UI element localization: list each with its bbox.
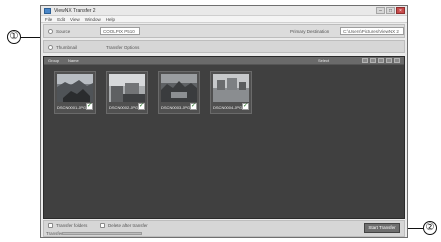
maximize-button[interactable]: □ [386, 7, 395, 14]
menu-help[interactable]: Help [106, 16, 115, 22]
app-icon [44, 7, 51, 14]
group-button[interactable]: Group [48, 58, 59, 63]
callout-2: ② [423, 221, 437, 235]
transfer-status-label: Transfer [46, 231, 63, 236]
menu-edit[interactable]: Edit [57, 16, 65, 22]
transfer-folders-checkbox[interactable] [48, 223, 53, 228]
thumbnail-filename-1: DSCN0001.JPG [57, 105, 87, 110]
menu-bar: File Edit View Window Help [41, 16, 407, 23]
thumbnail-checkbox-2[interactable]: ✓ [138, 103, 145, 110]
delete-after-transfer-checkbox[interactable] [100, 223, 105, 228]
window-controls: – □ × [376, 7, 405, 14]
delete-after-transfer-label: Delete after transfer [108, 223, 148, 228]
thumbnail-image-1 [57, 74, 93, 102]
menu-window[interactable]: Window [85, 16, 101, 22]
browser-toolbar: Group Name Select [44, 57, 404, 65]
start-transfer-button[interactable]: Start Transfer [364, 223, 400, 233]
destination-field[interactable]: C:\Users\Pictures\ViewNX 2 [340, 27, 404, 35]
primary-destination-label: Primary Destination [290, 29, 330, 34]
thumbnail-checkbox-3[interactable]: ✓ [190, 103, 197, 110]
thumbnail-3[interactable]: DSCN0003.JPG ✓ [158, 71, 200, 114]
thumbnail-image-2 [109, 74, 145, 102]
source-device-select[interactable]: COOLPIX P510 [100, 27, 140, 35]
thumbnail-1[interactable]: DSCN0001.JPG ✓ [54, 71, 96, 114]
list-view-icon[interactable] [370, 58, 376, 63]
thumbnail-radio[interactable] [48, 45, 53, 50]
image-browser: Group Name Select DSCN0001.JPG ✓ DSCN000… [43, 56, 405, 219]
thumbnail-filename-3: DSCN0003.JPG [161, 105, 191, 110]
thumbnail-label: Thumbnail [56, 45, 78, 50]
name-button[interactable]: Name [68, 58, 79, 63]
thumbnail-filename-2: DSCN0002.JPG [109, 105, 139, 110]
close-button[interactable]: × [396, 7, 405, 14]
transfer-options-label[interactable]: Transfer Options [106, 45, 139, 50]
minimize-button[interactable]: – [376, 7, 385, 14]
source-label: Source [56, 29, 71, 34]
transfer-options-bar: Thumbnail Transfer Options [43, 40, 405, 53]
thumbnail-image-3 [161, 74, 197, 102]
transfer-progress-bar [62, 232, 142, 235]
thumbnail-checkbox-1[interactable]: ✓ [86, 103, 93, 110]
zoom-in-icon[interactable] [378, 58, 384, 63]
zoom-out-icon[interactable] [386, 58, 392, 63]
thumbnail-image-4 [213, 74, 249, 102]
title-bar: ViewNX Transfer 2 – □ × [41, 6, 407, 16]
menu-file[interactable]: File [45, 16, 52, 22]
app-window: ViewNX Transfer 2 – □ × File Edit View W… [40, 5, 408, 238]
select-button[interactable]: Select [318, 58, 329, 63]
source-radio[interactable] [48, 29, 53, 34]
menu-view[interactable]: View [70, 16, 80, 22]
bottom-bar: Transfer folders Delete after transfer T… [43, 220, 405, 237]
grid-view-icon[interactable] [362, 58, 368, 63]
settings-icon[interactable] [394, 58, 400, 63]
transfer-folders-label: Transfer folders [56, 223, 88, 228]
thumbnail-4[interactable]: DSCN0004.JPG ✓ [210, 71, 252, 114]
thumbnail-filename-4: DSCN0004.JPG [213, 105, 243, 110]
thumbnail-2[interactable]: DSCN0002.JPG ✓ [106, 71, 148, 114]
thumbnail-checkbox-4[interactable]: ✓ [242, 103, 249, 110]
source-toolbar: Source COOLPIX P510 Primary Destination … [43, 24, 405, 38]
callout-1: ① [7, 30, 21, 44]
window-title: ViewNX Transfer 2 [54, 7, 96, 14]
